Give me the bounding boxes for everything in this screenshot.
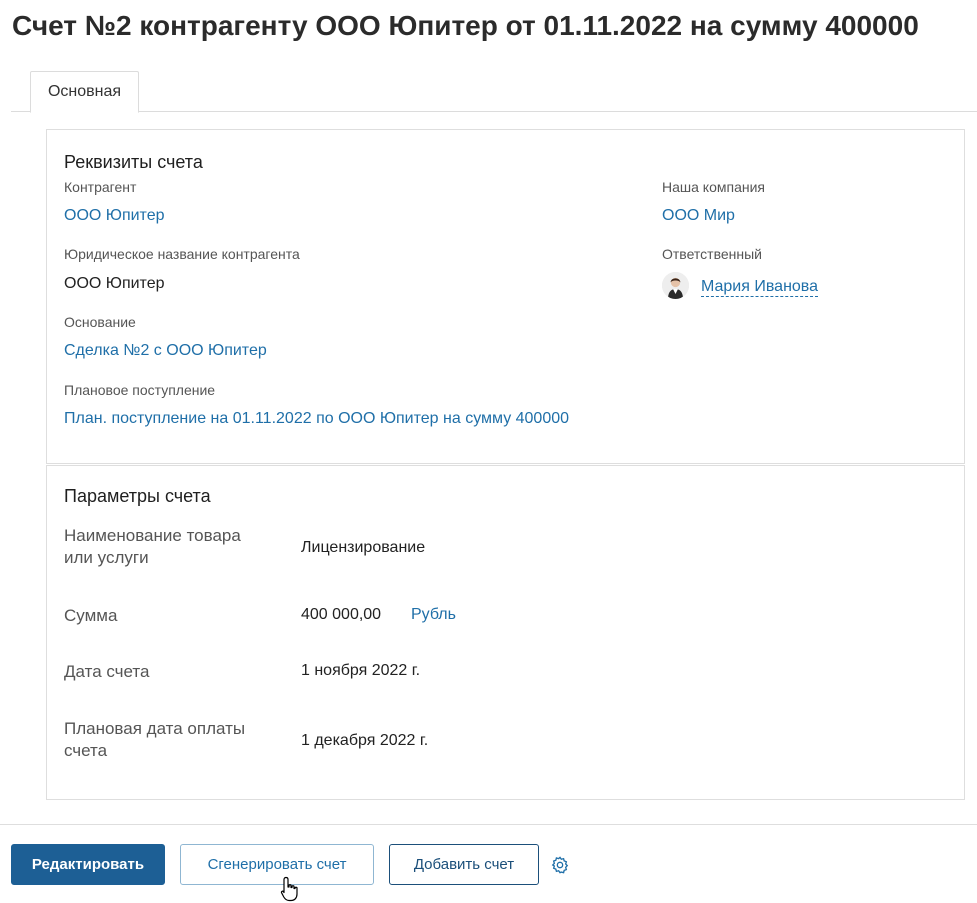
- responsible-label: Ответственный: [662, 246, 762, 262]
- avatar[interactable]: [662, 272, 689, 299]
- tab-main[interactable]: Основная: [30, 71, 139, 113]
- planned-payment-label: Плановая дата оплаты счета: [64, 719, 246, 760]
- invoice-date-value: 1 ноября 2022 г.: [301, 662, 421, 679]
- counterparty-label: Контрагент: [64, 179, 137, 195]
- generate-invoice-button[interactable]: Сгенерировать счет: [180, 844, 374, 885]
- hand-cursor-icon: [280, 876, 300, 902]
- parameters-section: Параметры счета Наименование товара или …: [46, 465, 965, 800]
- planned-receipt-label: Плановое поступление: [64, 382, 216, 398]
- gear-icon[interactable]: [550, 855, 570, 875]
- basis-link[interactable]: Сделка №2 с ООО Юпитер: [64, 342, 267, 360]
- legal-name-label: Юридическое название контрагента: [64, 246, 300, 262]
- counterparty-link[interactable]: ООО Юпитер: [64, 207, 165, 225]
- invoice-date-label: Дата счета: [64, 662, 150, 681]
- invoice-page: Счет №2 контрагенту ООО Юпитер от 01.11.…: [0, 0, 977, 903]
- amount-value: 400 000,00: [301, 606, 382, 623]
- parameters-title: Параметры счета: [64, 486, 211, 506]
- product-label: Наименование товара или услуги: [64, 526, 241, 567]
- amount-label: Сумма: [64, 606, 118, 625]
- our-company-link[interactable]: ООО Мир: [662, 207, 735, 225]
- currency-link[interactable]: Рубль: [411, 606, 456, 624]
- product-value: Лицензирование: [301, 539, 426, 556]
- requisites-title: Реквизиты счета: [64, 152, 203, 172]
- page-title: Счет №2 контрагенту ООО Юпитер от 01.11.…: [12, 10, 919, 41]
- planned-receipt-link[interactable]: План. поступление на 01.11.2022 по ООО Ю…: [64, 410, 569, 428]
- footer-divider: [0, 824, 977, 825]
- legal-name-value: ООО Юпитер: [64, 275, 165, 292]
- edit-button[interactable]: Редактировать: [11, 844, 165, 885]
- basis-label: Основание: [64, 314, 136, 330]
- tab-bar: Основная: [11, 70, 977, 113]
- responsible-link[interactable]: Мария Иванова: [701, 278, 819, 297]
- our-company-label: Наша компания: [662, 179, 765, 195]
- requisites-section: Реквизиты счета Контрагент ООО Юпитер Юр…: [46, 129, 965, 464]
- add-invoice-button[interactable]: Добавить счет: [389, 844, 539, 885]
- planned-payment-value: 1 декабря 2022 г.: [301, 732, 429, 749]
